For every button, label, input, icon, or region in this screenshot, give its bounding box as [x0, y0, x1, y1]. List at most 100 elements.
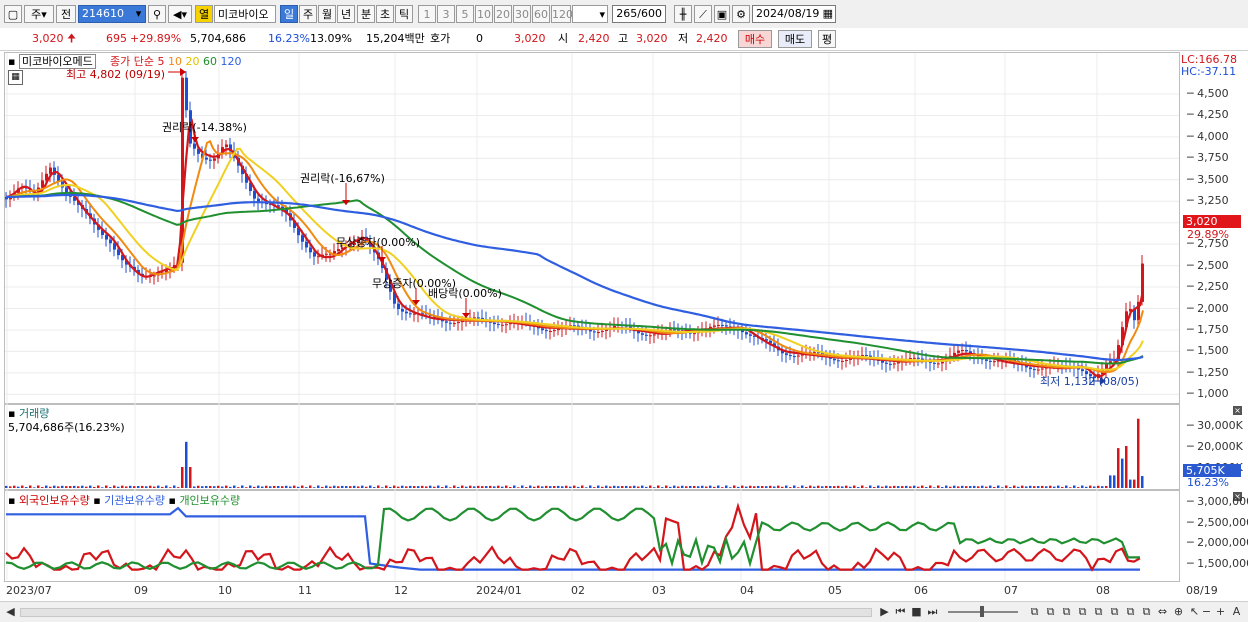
volume-bar [113, 485, 116, 488]
volume-bar [1009, 487, 1012, 488]
volume-bar [29, 485, 32, 488]
volume-bar [133, 486, 136, 488]
chart-canvas[interactable] [0, 0, 1248, 621]
volume-bar [841, 486, 844, 488]
volume-bar [813, 486, 816, 488]
candle-body [725, 325, 728, 327]
layout-icon[interactable]: ⧉ [1124, 605, 1137, 618]
volume-bar [237, 487, 240, 488]
layout-icon[interactable]: ⧉ [1044, 605, 1057, 618]
ma20-label: 20 [185, 55, 200, 68]
volume-bar [213, 486, 216, 488]
stop-icon[interactable]: ■ [910, 605, 923, 618]
volume-bar [429, 485, 432, 488]
candle-body [837, 360, 840, 362]
volume-bar [625, 485, 628, 488]
volume-bar [789, 487, 792, 488]
grid-icon[interactable]: ▦ [8, 70, 23, 85]
volume-bar [1133, 479, 1136, 488]
volume-bar [877, 485, 880, 488]
volume-bar [525, 487, 528, 488]
volume-bar [881, 486, 884, 488]
volume-bar [185, 441, 188, 488]
volume-bar [1137, 418, 1140, 488]
font-icon[interactable]: A [1230, 605, 1243, 618]
volume-bar [181, 467, 184, 488]
volume-bar [381, 487, 384, 488]
volume-bar [233, 485, 236, 488]
minus-icon[interactable]: − [1200, 605, 1213, 618]
volume-bar [197, 485, 200, 488]
price-y-tick: ─ 3,250 [1187, 194, 1229, 208]
volume-bar [681, 485, 684, 488]
volume-bar [385, 485, 388, 488]
fast-forward-icon[interactable]: ⏭ [926, 605, 939, 618]
volume-bar [557, 485, 560, 488]
volume-bar [313, 487, 316, 488]
volume-bar [53, 485, 56, 488]
volume-bar [433, 486, 436, 488]
volume-bar [1041, 485, 1044, 488]
scroll-track[interactable] [20, 608, 872, 617]
layout-icon[interactable]: ⧉ [1076, 605, 1089, 618]
candle-body [893, 363, 896, 365]
candle-body [881, 360, 884, 363]
candle-body [957, 350, 960, 353]
scroll-right-icon[interactable]: ▶ [878, 605, 891, 618]
volume-bar [781, 486, 784, 488]
volume-bar [1109, 475, 1112, 488]
volume-bar [413, 486, 416, 488]
layout-icon[interactable]: ⧉ [1028, 605, 1041, 618]
rights-annotation-2: 권리락(-16,67%) [300, 172, 385, 185]
candle-body [993, 361, 996, 363]
layout-icon[interactable]: ⧉ [1140, 605, 1153, 618]
volume-bar [737, 486, 740, 488]
volume-bar [833, 486, 836, 488]
volume-bar [221, 486, 224, 488]
holding-y-tick: ─ 3,000,000 [1187, 495, 1248, 508]
volume-bar [193, 486, 196, 488]
volume-bar [785, 485, 788, 488]
volume-bar [217, 485, 220, 488]
volume-bar [365, 486, 368, 488]
volume-bar [793, 485, 796, 488]
scroll-left-icon[interactable]: ◀ [4, 605, 17, 618]
volume-bar [777, 485, 780, 488]
volume-bar [369, 485, 372, 488]
volume-bar [33, 487, 36, 488]
volume-bar [25, 487, 28, 488]
x-tick: 05 [828, 584, 842, 597]
rewind-icon[interactable]: ⏮ [894, 605, 907, 618]
candle-body [301, 235, 304, 242]
scale-icon[interactable]: ⇔ [1156, 605, 1169, 618]
plus-icon[interactable]: + [1214, 605, 1227, 618]
volume-bar [837, 485, 840, 488]
volume-bar [101, 487, 104, 488]
volume-bar [481, 486, 484, 488]
candle-body [317, 256, 320, 258]
candle-body [913, 357, 916, 359]
zoom-slider-handle[interactable] [980, 606, 984, 617]
holding-legend: ▪ 외국인보유수량 ▪ 기관보유수량 ▪ 개인보유수량 [8, 494, 241, 507]
volume-bar [1021, 485, 1024, 488]
candle-body [313, 252, 316, 257]
volume-bar [593, 487, 596, 488]
volume-bar [201, 486, 204, 488]
price-y-tick: ─ 4,250 [1187, 108, 1229, 122]
volume-bar [577, 486, 580, 488]
layout-icon[interactable]: ⧉ [1060, 605, 1073, 618]
crosshair-icon[interactable]: ⊕ [1172, 605, 1185, 618]
volume-bar [37, 485, 40, 488]
layout-icon[interactable]: ⧉ [1092, 605, 1105, 618]
volume-bar [989, 485, 992, 488]
volume-bar [241, 485, 244, 488]
close-icon[interactable]: × [1233, 406, 1242, 415]
volume-bar [177, 487, 180, 488]
volume-bar [861, 485, 864, 488]
volume-bar [1089, 485, 1092, 488]
last-percent-tag: 29.89% [1187, 228, 1229, 241]
volume-bar [441, 487, 444, 488]
volume-bar [245, 487, 248, 488]
volume-bar [657, 485, 660, 488]
layout-icon[interactable]: ⧉ [1108, 605, 1121, 618]
